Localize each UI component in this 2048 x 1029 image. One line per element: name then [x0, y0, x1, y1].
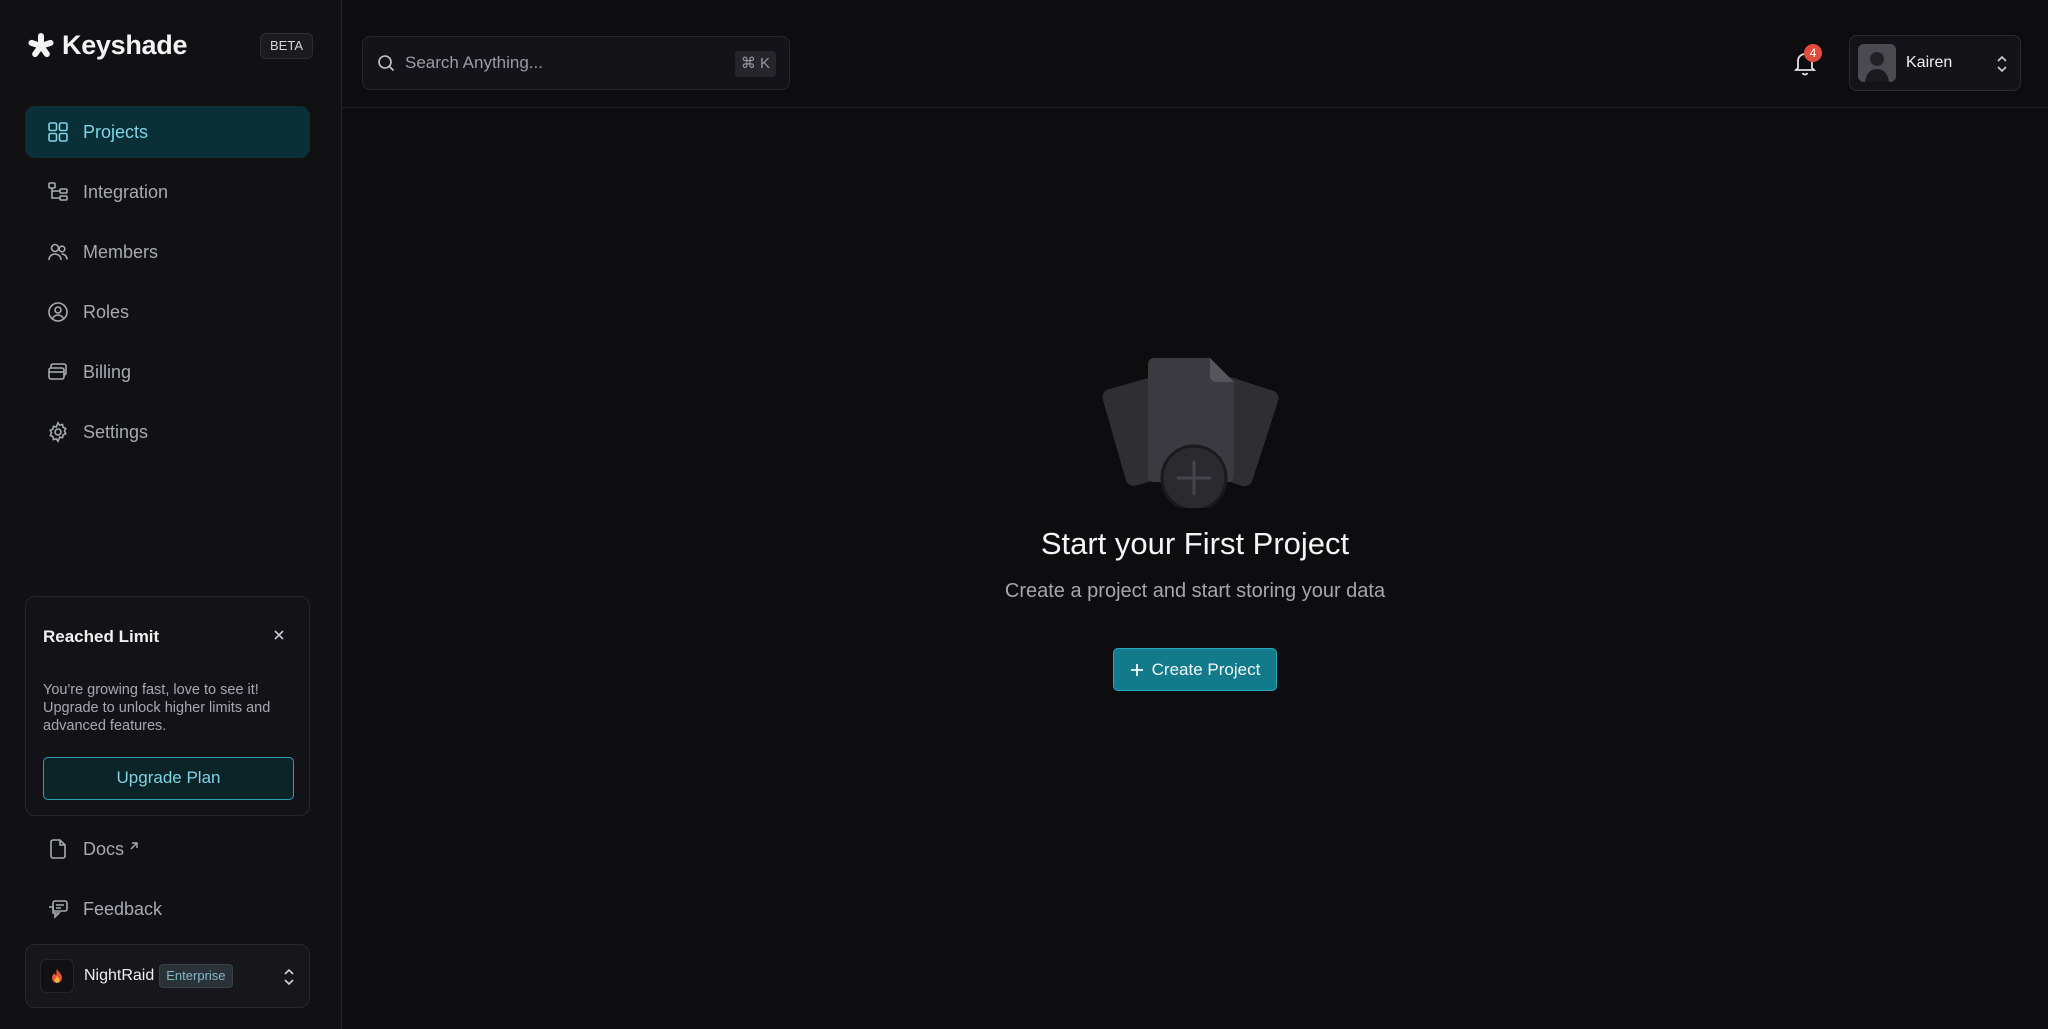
- projects-empty-state: Start your First Project Create a projec…: [342, 108, 2048, 1029]
- members-icon: [48, 243, 68, 261]
- search-input[interactable]: Search Anything... ⌘ K: [362, 36, 790, 90]
- avatar: [1858, 44, 1896, 82]
- sidebar-item-label: Roles: [83, 301, 130, 322]
- sidebar-item-integration[interactable]: Integration: [25, 166, 310, 218]
- search-shortcut: ⌘ K: [734, 51, 776, 77]
- docs-label: Docs: [83, 838, 125, 859]
- search-placeholder: Search Anything...: [405, 53, 543, 72]
- top-header: Search Anything... ⌘ K 4 Kairen: [342, 0, 2048, 108]
- sidebar-item-label: Integration: [83, 181, 169, 202]
- upgrade-plan-button[interactable]: Upgrade Plan: [43, 757, 294, 800]
- sidebar-item-settings[interactable]: Settings: [25, 406, 310, 458]
- workspace-switcher[interactable]: NightRaid Enterprise: [25, 944, 310, 1008]
- search-icon: [378, 55, 395, 72]
- user-menu[interactable]: Kairen: [1849, 35, 2021, 91]
- beta-badge: BETA: [260, 33, 313, 59]
- sidebar-item-roles[interactable]: Roles: [25, 286, 310, 338]
- feedback-icon: [49, 900, 68, 919]
- external-link-icon: [130, 842, 138, 850]
- reached-limit-card: Reached Limit You're growing fast, love …: [25, 596, 310, 816]
- roles-icon: [48, 302, 68, 322]
- billing-icon: [48, 363, 67, 380]
- sidebar-item-label: Members: [83, 241, 159, 262]
- empty-state-title: Start your First Project: [1040, 526, 1350, 561]
- create-project-label: Create Project: [1151, 659, 1261, 679]
- workspace-name: NightRaid: [84, 967, 155, 984]
- sidebar-item-label: Settings: [83, 421, 149, 442]
- app-name: Keyshade: [62, 30, 188, 60]
- plus-icon: [1130, 663, 1143, 676]
- workspace-avatar: [40, 959, 74, 993]
- fire-icon: [52, 969, 62, 983]
- sidebar-nav: Projects Integration Members Roles Billi…: [25, 106, 310, 466]
- feedback-link[interactable]: Feedback: [47, 898, 162, 920]
- sidebar-item-billing[interactable]: Billing: [25, 346, 310, 398]
- docs-icon: [50, 839, 66, 859]
- gear-icon: [49, 421, 67, 443]
- limit-card-title: Reached Limit: [43, 627, 160, 646]
- close-icon[interactable]: [271, 627, 287, 643]
- keyshade-logo-icon: [28, 32, 54, 57]
- sidebar-item-label: Projects: [83, 121, 149, 142]
- docs-link[interactable]: Docs: [47, 838, 140, 860]
- sidebar-item-projects[interactable]: Projects: [25, 106, 310, 158]
- notification-count: 4: [1804, 44, 1822, 62]
- empty-projects-illustration: [1102, 358, 1279, 508]
- sidebar: Keyshade BETA Projects Integration Membe…: [0, 0, 342, 1029]
- sidebar-item-label: Billing: [83, 361, 132, 382]
- sidebar-item-members[interactable]: Members: [25, 226, 310, 278]
- create-project-button[interactable]: Create Project: [1113, 648, 1277, 691]
- user-name: Kairen: [1906, 54, 1953, 71]
- feedback-label: Feedback: [83, 898, 163, 919]
- grid-icon: [48, 122, 68, 142]
- limit-card-text: You're growing fast, love to see it! Upg…: [43, 682, 271, 734]
- chevron-up-down-icon: [1997, 55, 2007, 73]
- empty-state-subtitle: Create a project and start storing your …: [1004, 580, 1386, 602]
- integration-icon: [48, 182, 68, 201]
- chevron-up-down-icon: [284, 968, 294, 986]
- plan-badge: Enterprise: [159, 964, 233, 988]
- logo[interactable]: Keyshade: [28, 30, 187, 61]
- user-photo-icon: [1858, 44, 1896, 82]
